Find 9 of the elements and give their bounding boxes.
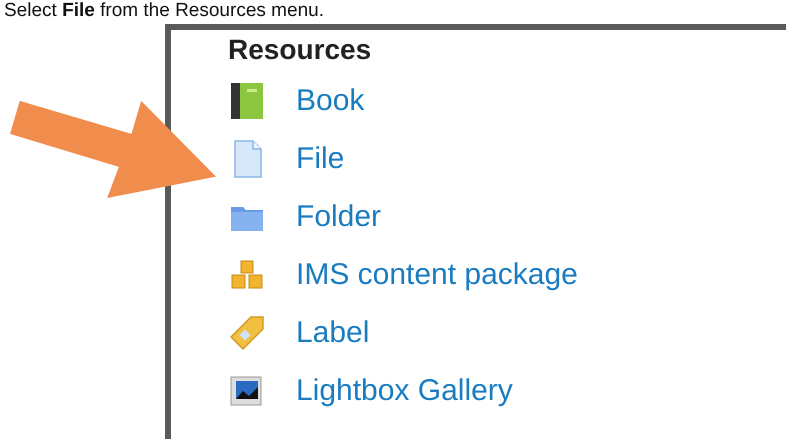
resource-link[interactable]: Lightbox Gallery	[296, 374, 513, 408]
resource-link[interactable]: Book	[296, 84, 364, 118]
resource-link[interactable]: IMS content package	[296, 258, 578, 292]
resource-link[interactable]: File	[296, 142, 344, 176]
book-icon	[228, 81, 266, 121]
resource-link[interactable]: Label	[296, 316, 370, 350]
resource-link[interactable]: Folder	[296, 200, 382, 234]
section-heading: Resources	[228, 34, 372, 66]
instruction-text: Select File from the Resources menu.	[4, 0, 325, 22]
